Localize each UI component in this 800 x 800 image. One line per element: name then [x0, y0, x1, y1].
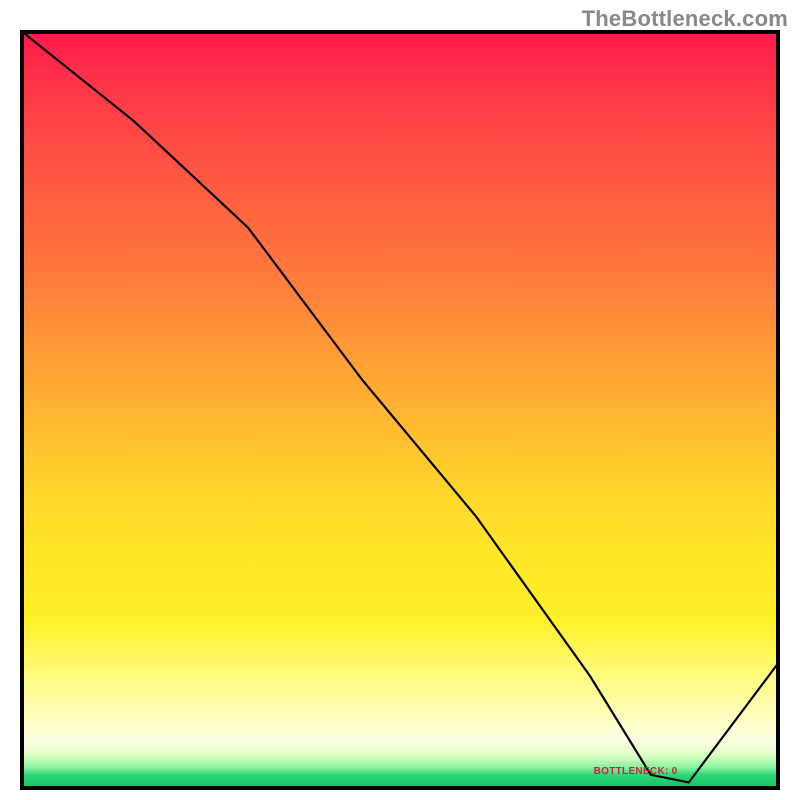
- chart-container: TheBottleneck.com BOTTLENECK: 0: [0, 0, 800, 800]
- watermark-text: TheBottleneck.com: [582, 6, 788, 32]
- bottleneck-curve: [20, 30, 780, 790]
- plot-area: BOTTLENECK: 0: [20, 30, 780, 790]
